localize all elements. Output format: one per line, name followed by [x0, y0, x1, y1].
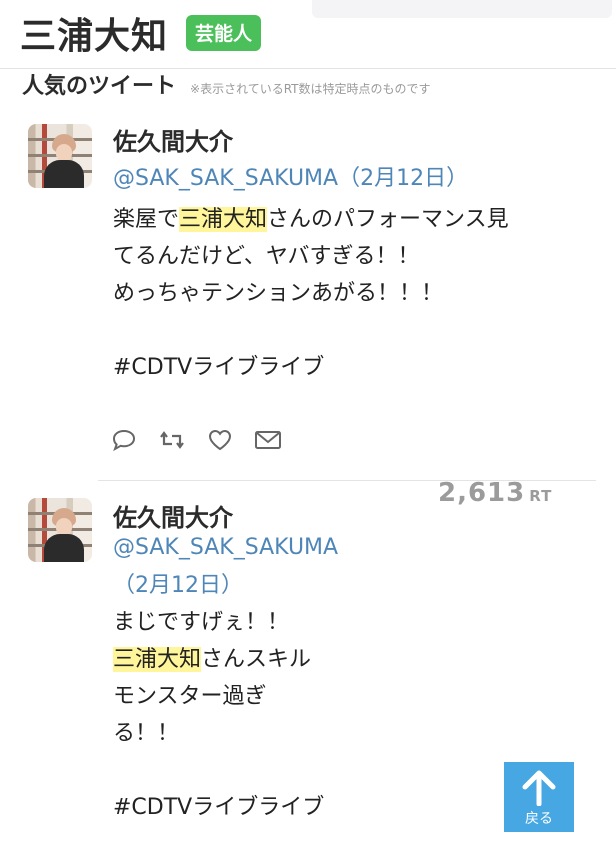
like-icon[interactable]: [206, 426, 234, 454]
mail-icon[interactable]: [254, 426, 282, 454]
tweet-line: モンスター過ぎ: [113, 684, 267, 709]
tweet-handle[interactable]: @SAK_SAK_SAKUMA（2月12日）: [113, 160, 468, 192]
tweet-line: 三浦大知さんスキル: [113, 647, 312, 672]
back-to-top-button[interactable]: 戻る: [504, 762, 574, 832]
top-bar-strip: [312, 0, 612, 18]
tweet-body: 楽屋で三浦大知さんのパフォーマンス見 てるんだけど、ヤバすぎる！！ めっちゃテン…: [113, 201, 509, 386]
tweet-line: る！！: [113, 721, 180, 746]
tweet-line: [113, 752, 324, 789]
keyword-highlight: 三浦大知: [179, 207, 268, 232]
tweet-line: #CDTVライブライブ: [113, 789, 324, 826]
tweet-user-name[interactable]: 佐久間大介: [113, 122, 233, 157]
artist-name: 三浦大知: [20, 16, 169, 57]
tweet-line: めっちゃテンションあがる！！！: [113, 281, 444, 306]
retweet-count: 2,613 RT: [438, 478, 553, 508]
section-header: 人気のツイート ※表示されているRT数は特定時点のものです: [22, 68, 431, 100]
tweet-date[interactable]: （2月12日）: [113, 567, 243, 599]
back-button-label: 戻る: [525, 811, 553, 827]
hashtag-link[interactable]: #CDTVライブライブ: [113, 355, 324, 380]
avatar[interactable]: [28, 498, 92, 562]
avatar[interactable]: [28, 124, 92, 188]
arrow-up-icon: [522, 770, 556, 806]
reply-icon[interactable]: [110, 426, 138, 454]
tweet-actions: [110, 426, 282, 454]
tweet-line: てるんだけど、ヤバすぎる！！: [113, 244, 420, 269]
tweet-line: #CDTVライブライブ: [113, 349, 509, 386]
section-title: 人気のツイート: [22, 74, 177, 99]
retweet-icon[interactable]: [158, 426, 186, 454]
tweet-line: [113, 312, 509, 349]
tweet-body: まじですげぇ！！ 三浦大知さんスキル モンスター過ぎ る！！ #CDTVライブラ…: [113, 604, 324, 826]
tweet-handle[interactable]: @SAK_SAK_SAKUMA: [113, 535, 338, 560]
tweet-line: まじですげぇ！！: [113, 610, 290, 635]
hashtag-link[interactable]: #CDTVライブライブ: [113, 795, 324, 820]
keyword-highlight: 三浦大知: [113, 647, 202, 672]
page-header: 三浦大知 芸能人: [20, 8, 262, 58]
category-badge[interactable]: 芸能人: [186, 15, 262, 51]
tweet-user-name[interactable]: 佐久間大介: [113, 498, 233, 533]
tweet-line: 楽屋で三浦大知さんのパフォーマンス見: [113, 207, 509, 232]
rt-note: ※表示されているRT数は特定時点のものです: [190, 82, 431, 96]
